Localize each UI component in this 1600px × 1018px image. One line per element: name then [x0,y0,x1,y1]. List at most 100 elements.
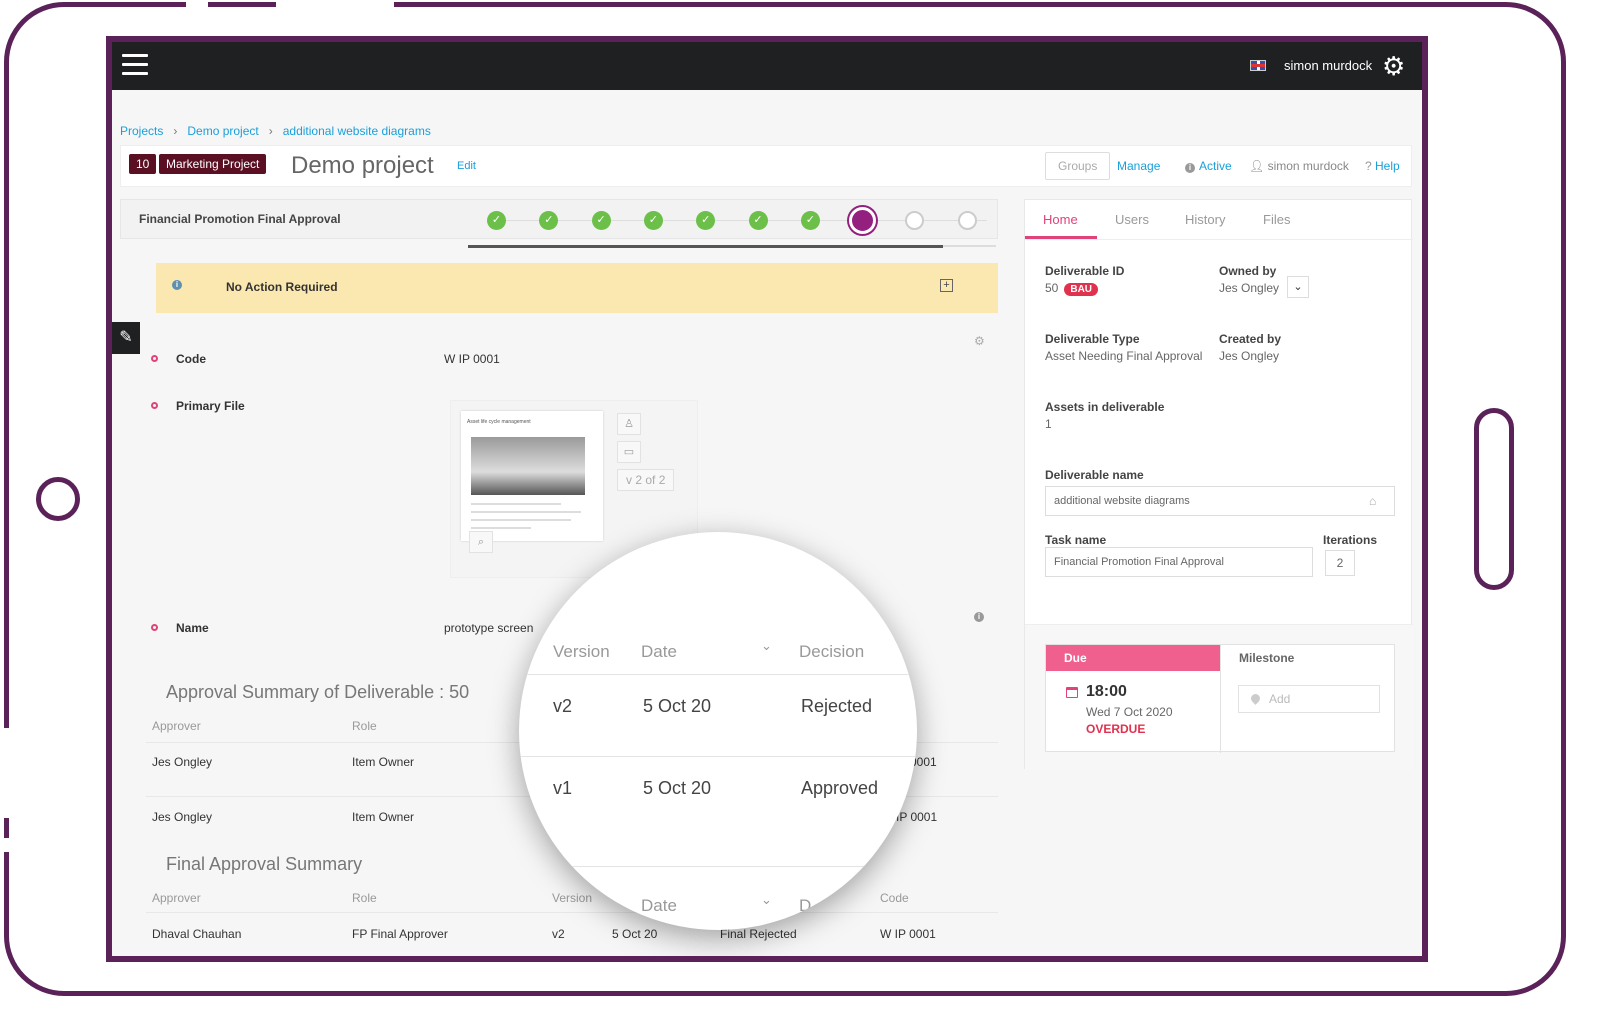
mag-col-date: Date [641,642,677,661]
groups-button[interactable]: Groups [1045,152,1111,180]
mag-footer-decision: D [799,896,812,915]
tag-icon[interactable]: ⌂ [1369,494,1376,508]
zoom-icon[interactable]: ⌕ [469,531,493,553]
file-thumbnail[interactable]: Asset life cycle management [461,411,603,541]
add-milestone-button[interactable]: Add [1238,685,1380,713]
final-version: v2 [552,927,565,941]
mag-row2-decision: Approved [801,778,879,798]
required-dot [151,624,158,631]
col-approver: Approver [152,891,201,905]
user-name[interactable]: simon murdock [1284,58,1372,73]
deliverable-id-value: 50 [1045,281,1059,295]
project-number-badge: 10 [129,154,157,174]
deliverable-id: 50 BAU [1045,281,1099,296]
mag-row1-date: 5 Oct 20 [643,696,712,716]
deliverable-type-label: Deliverable Type [1045,332,1140,346]
home-button[interactable] [36,477,80,521]
task-name-input[interactable]: Financial Promotion Final Approval [1045,547,1313,577]
row-divider [146,912,998,913]
info-icon: i [172,280,182,290]
deliverable-type-value: Asset Needing Final Approval [1045,349,1203,363]
tab-home[interactable]: Home [1043,212,1078,227]
col-role: Role [352,891,377,905]
edit-link[interactable]: Edit [457,160,476,172]
help-link[interactable]: ? Help [1365,159,1400,173]
settings-gear-icon[interactable]: ⚙ [1382,53,1408,79]
mag-row1-decision: Rejected [801,696,873,716]
uk-flag-icon[interactable] [1250,60,1266,71]
mag-row2-date: 5 Oct 20 [643,778,712,798]
deliverable-name-input[interactable]: additional website diagrams [1045,486,1395,516]
tab-users[interactable]: Users [1115,212,1149,227]
required-dot [151,355,158,362]
pencil-icon[interactable]: ✎ [112,322,140,354]
user-icon: 👤︎ [1249,159,1268,173]
mag-divider [519,756,917,757]
name-value: prototype screen [444,621,534,635]
panel-tabs: Home Users History Files [1025,200,1413,240]
workflow-steps: ✓ ✓ ✓ ✓ ✓ ✓ ✓ [487,207,987,234]
workflow-step-done[interactable]: ✓ [539,211,559,230]
app-screen: simon murdock ⚙ Projects › Demo project › ad… [106,36,1428,962]
comments-icon[interactable]: ▭ [617,441,641,463]
breadcrumb-project[interactable]: Demo project [187,124,258,138]
versions-button[interactable]: v 2 of 2 [617,469,675,491]
frame-gap [0,728,12,818]
frame-gap [276,0,394,10]
text-line [471,527,531,529]
tab-history[interactable]: History [1185,212,1225,227]
menu-icon[interactable] [122,54,148,76]
expand-icon[interactable]: + [940,279,953,292]
deliverable-name-label: Deliverable name [1045,468,1144,482]
page-title: Demo project [291,152,434,179]
frame-gap [186,0,208,10]
workflow-step-done[interactable]: ✓ [696,211,716,230]
question-icon: ? [1365,159,1376,173]
tab-files[interactable]: Files [1263,212,1290,227]
side-button[interactable] [1474,408,1514,590]
workflow-step-todo[interactable] [957,211,977,230]
bau-badge: BAU [1064,283,1099,296]
row2-code: IP 0001 [896,810,938,824]
name-label: Name [176,621,209,635]
workflow-progress [468,245,996,248]
info-icon[interactable]: i [974,612,984,622]
mag-row2-version: v1 [553,778,573,798]
manage-link[interactable]: Manage [1117,159,1160,173]
text-line [471,511,581,513]
workflow-step-done[interactable]: ✓ [748,211,768,230]
mag-divider [519,866,917,867]
sort-chevron-icon[interactable]: ⌄ [761,638,772,654]
workflow-step-done[interactable]: ✓ [800,211,820,230]
final-code: W IP 0001 [880,927,936,941]
workflow-step-todo[interactable] [905,211,925,230]
breadcrumb-projects[interactable]: Projects [120,124,163,138]
final-role: FP Final Approver [352,927,448,941]
breadcrumb: Projects › Demo project › additional website… [120,124,431,138]
status-active[interactable]: i Active [1185,159,1232,173]
project-owner[interactable]: 👤︎ simon murdock [1249,159,1349,173]
field-settings-icon[interactable]: ⚙ [974,334,985,348]
project-type-badge: Marketing Project [159,154,267,174]
chevron-down-icon[interactable]: ⌄ [1287,276,1309,298]
workflow-title: Financial Promotion Final Approval [139,212,341,226]
row2-role: Item Owner [352,810,415,824]
add-label: Add [1269,692,1291,706]
active-tab-indicator [1025,236,1097,239]
assets-value: 1 [1045,417,1052,431]
approve-stamp-icon[interactable]: ♙ [617,413,641,435]
workflow-step-done[interactable]: ✓ [487,211,506,230]
workflow-step-current[interactable] [849,207,877,234]
primary-file-label: Primary File [176,399,245,413]
breadcrumb-deliverable[interactable]: additional website diagrams [283,124,431,138]
pin-icon [1249,692,1262,705]
workflow-step-done[interactable]: ✓ [643,211,663,230]
final-approver: Dhaval Chauhan [152,927,242,941]
text-line [471,519,571,521]
sort-chevron-icon[interactable]: ⌄ [761,892,772,908]
top-bar: simon murdock ⚙ [112,42,1422,90]
deliverable-id-label: Deliverable ID [1045,264,1125,278]
mag-col-version: Version [553,642,610,661]
workflow-step-done[interactable]: ✓ [591,211,611,230]
due-time: 18:00 [1086,683,1127,700]
